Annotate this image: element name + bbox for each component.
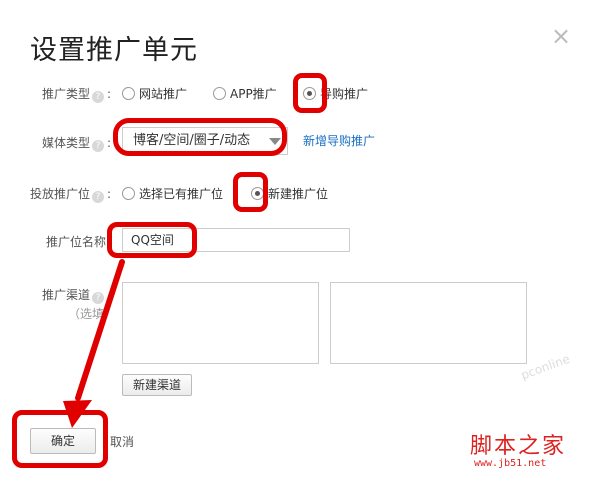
new-channel-button[interactable]: 新建渠道	[122, 374, 192, 396]
radio-new-placement[interactable]: 新建推广位	[251, 185, 328, 202]
radio-label: 选择已有推广位	[139, 187, 224, 201]
placement-name-input[interactable]: QQ空间	[122, 228, 350, 252]
radio-icon[interactable]	[122, 87, 135, 100]
watermark-url: www.jb51.net	[474, 458, 547, 469]
radio-label: APP推广	[230, 87, 277, 101]
promo-type-label: 推广类型?:	[42, 87, 112, 103]
help-icon[interactable]: ?	[92, 191, 105, 203]
radio-icon[interactable]	[213, 87, 226, 100]
radio-existing-placement[interactable]: 选择已有推广位	[122, 185, 223, 202]
promo-unit-dialog: 设置推广单元 × 推广类型?: 网站推广 APP推广 导购推广 媒体类型?: 博…	[0, 0, 594, 478]
confirm-button[interactable]: 确定	[30, 428, 96, 454]
channel-list-left[interactable]	[122, 282, 319, 364]
help-icon[interactable]: ?	[92, 91, 105, 103]
dialog-title: 设置推广单元	[30, 35, 198, 66]
close-icon[interactable]: ×	[551, 24, 571, 48]
cancel-link[interactable]: 取消	[110, 433, 134, 450]
radio-website-promo[interactable]: 网站推广	[122, 85, 187, 102]
help-icon[interactable]: ?	[92, 292, 105, 304]
placement-name-label: 推广位名称	[46, 235, 107, 249]
help-icon[interactable]: ?	[92, 140, 105, 152]
placement-label: 投放推广位?:	[30, 187, 112, 203]
radio-checked-icon[interactable]	[251, 187, 264, 200]
watermark-brand: 脚本之家	[470, 434, 567, 459]
faint-watermark: pconline	[519, 351, 572, 383]
chevron-down-icon	[269, 138, 281, 145]
media-type-select[interactable]: 博客/空间/圈子/动态	[122, 127, 288, 155]
placement-label-text: 投放推广位	[30, 187, 91, 201]
media-type-label-text: 媒体类型	[42, 136, 91, 150]
add-shopping-promo-link[interactable]: 新增导购推广	[303, 132, 375, 149]
media-type-value: 博客/空间/圈子/动态	[133, 133, 251, 148]
radio-checked-icon[interactable]	[303, 87, 316, 100]
media-type-label: 媒体类型?:	[42, 136, 112, 152]
promo-type-label-text: 推广类型	[42, 87, 91, 101]
channel-list-right[interactable]	[330, 282, 527, 364]
radio-label: 网站推广	[139, 87, 188, 101]
placement-name-value: QQ空间	[131, 233, 174, 247]
radio-app-promo[interactable]: APP推广	[213, 85, 277, 102]
radio-icon[interactable]	[122, 187, 135, 200]
radio-shopping-promo[interactable]: 导购推广	[303, 85, 368, 102]
channel-label: 推广渠道?	[42, 286, 105, 304]
channel-optional-label: （选填）	[68, 307, 117, 321]
radio-label: 导购推广	[320, 87, 369, 101]
radio-label: 新建推广位	[268, 187, 329, 201]
channel-label-text: 推广渠道	[42, 288, 91, 302]
